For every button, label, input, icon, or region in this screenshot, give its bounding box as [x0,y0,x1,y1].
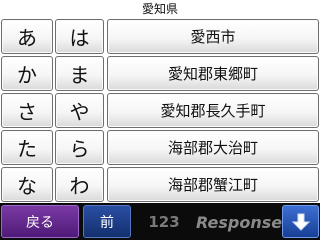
kana-key-sa[interactable]: さ [1,93,53,128]
city-item[interactable]: 愛知郡長久手町 [107,93,319,128]
kana-key-a[interactable]: あ [1,19,53,54]
kana-key-wa[interactable]: わ [55,167,104,202]
numeric-mode-button[interactable]: 123 [135,205,193,238]
kana-key-ma[interactable]: ま [55,56,104,91]
kana-key-ra[interactable]: ら [55,130,104,165]
kana-key-ka[interactable]: か [1,56,53,91]
city-item[interactable]: 海部郡大治町 [107,130,319,165]
previous-button[interactable]: 前 [83,205,131,238]
down-arrow-icon [291,213,310,231]
kana-key-ta[interactable]: た [1,130,53,165]
back-button[interactable]: 戻る [1,205,79,238]
scroll-down-button[interactable] [282,205,319,238]
city-item[interactable]: 愛西市 [107,19,319,54]
response-watermark-logo: Response [196,212,283,232]
prefecture-title: 愛知県 [141,2,178,16]
city-item[interactable]: 海部郡蟹江町 [107,167,319,202]
kana-key-ya[interactable]: や [55,93,104,128]
kana-key-ha[interactable]: は [55,19,104,54]
kana-key-na[interactable]: な [1,167,53,202]
city-item[interactable]: 愛知郡東郷町 [107,56,319,91]
city-selection-screen: 愛知県 あ か さ た な は ま や ら わ 愛西市 愛知郡東郷町 愛知郡長久… [0,0,320,240]
